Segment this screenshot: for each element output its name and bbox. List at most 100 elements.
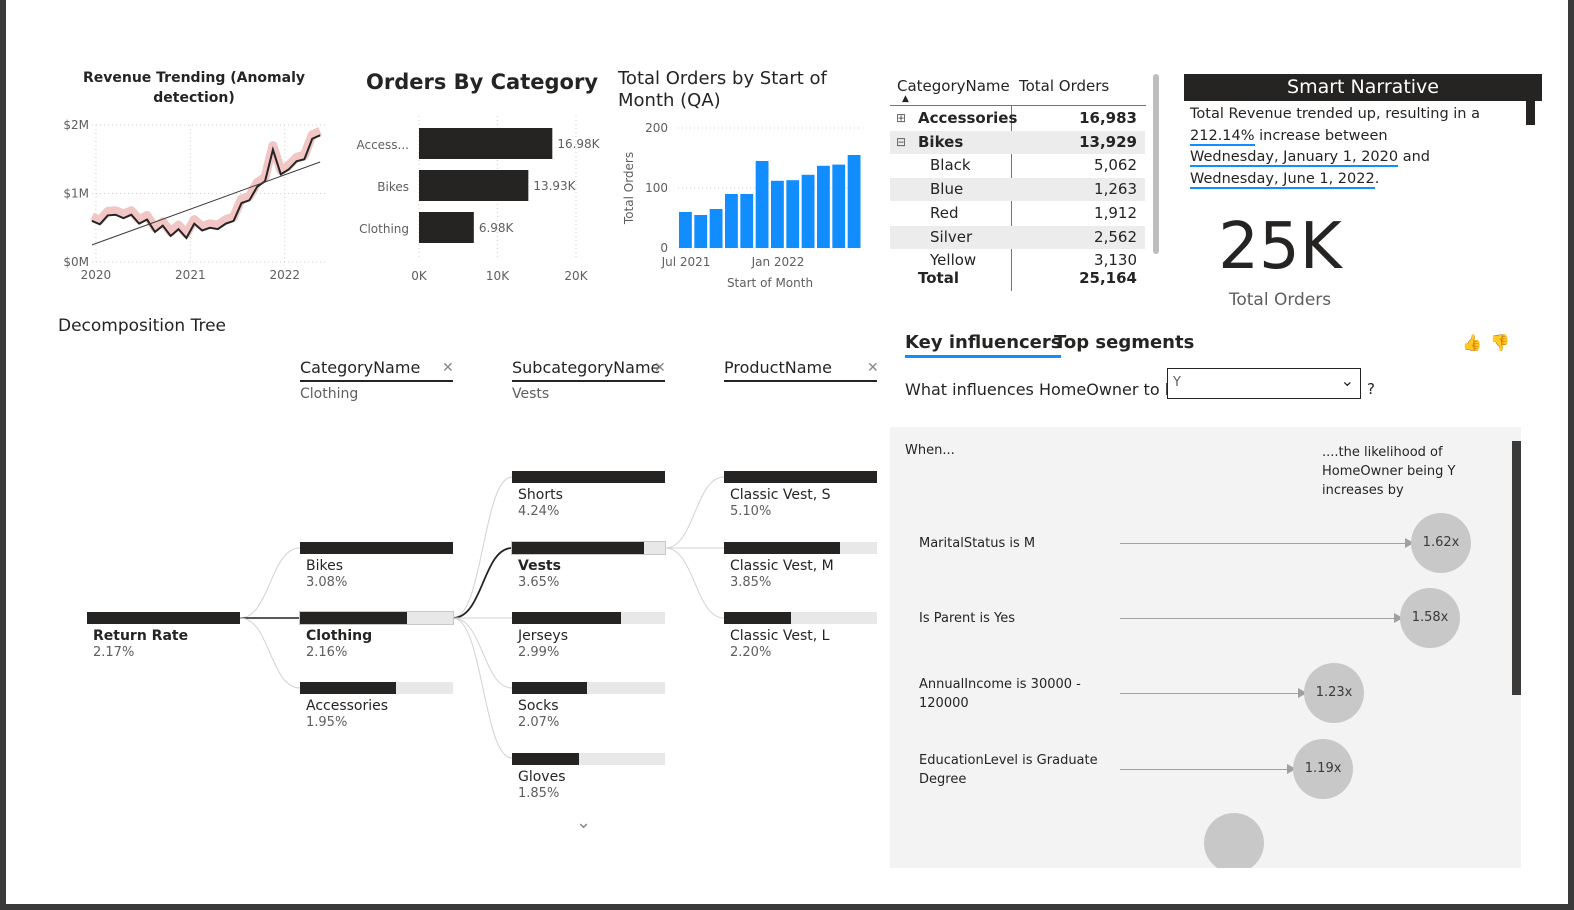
revenue-x-tick: 2022 <box>269 268 300 282</box>
total-orders-card-value[interactable]: 25K <box>1186 210 1374 284</box>
revenue-x-tick: 2021 <box>175 268 206 282</box>
decomp-node-product-percent: 2.20% <box>730 645 772 660</box>
decomposition-tree-title: Decomposition Tree <box>58 316 227 336</box>
decomp-node-product-bar[interactable] <box>724 471 877 483</box>
month-column <box>786 180 800 248</box>
decomp-node-subcategory-percent: 4.24% <box>518 504 560 519</box>
level-header-category[interactable]: CategoryName <box>300 358 453 382</box>
narrative-line2: increase between <box>1254 127 1388 144</box>
decomp-node-subcategory-bar[interactable] <box>512 682 665 694</box>
decomp-node-product-bar-fill <box>724 471 877 483</box>
decomp-node-category-bar[interactable] <box>300 542 453 554</box>
level-header-product[interactable]: ProductName <box>724 358 877 382</box>
decomp-node-root-bar[interactable] <box>87 612 240 624</box>
when-label: When... <box>905 443 955 458</box>
decomp-node-product-bar[interactable] <box>724 542 877 554</box>
decomp-node-subcategory-bar[interactable] <box>512 753 665 765</box>
category-bar <box>419 128 553 159</box>
close-icon[interactable]: ✕ <box>867 360 879 376</box>
matrix-header-orders[interactable]: Total Orders <box>1019 77 1109 95</box>
decomp-node-product-label: Classic Vest, S <box>730 487 831 503</box>
influencer-line <box>1120 693 1299 694</box>
expand-icon[interactable]: ⊞ <box>896 111 906 125</box>
matrix-row[interactable]: ⊞ Accessories 16,983 <box>890 107 1145 130</box>
category-data-label: 16.98K <box>557 137 600 151</box>
category-chart-title: Orders By Category <box>365 70 599 94</box>
narrative-end-date-link[interactable]: Wednesday, June 1, 2022 <box>1190 170 1375 189</box>
thumbs-down-icon[interactable]: 👎 <box>1490 333 1510 352</box>
level-selected-subcategory: Vests <box>512 386 550 402</box>
matrix-header-divider <box>890 105 1146 106</box>
decomp-node-category-label: Clothing <box>306 628 373 644</box>
decomp-node-subcategory-bar[interactable] <box>512 471 665 483</box>
matrix-row[interactable]: ⊟ Bikes 13,929 <box>890 130 1145 154</box>
influencer-label[interactable]: Is Parent is Yes <box>919 609 1099 628</box>
homeowner-value-dropdown[interactable]: Y ⌄ <box>1167 368 1361 399</box>
collapse-icon[interactable]: ⊟ <box>896 135 906 149</box>
decomp-node-category-bar[interactable] <box>300 682 453 694</box>
influencer-question: What influences HomeOwner to be <box>905 380 1185 399</box>
matrix-header-category[interactable]: CategoryName <box>897 77 1010 95</box>
matrix-row-value: 3,130 <box>1094 251 1137 270</box>
narrative-scrollbar[interactable] <box>1526 101 1535 125</box>
narrative-percent-link[interactable]: 212.14% <box>1190 127 1255 146</box>
influencer-bubble-partial <box>1204 813 1264 868</box>
decomp-node-subcategory-bar[interactable] <box>511 541 666 555</box>
decomp-node-category-bar[interactable] <box>299 611 454 625</box>
decomp-node-category-percent: 3.08% <box>306 575 348 590</box>
decomp-node-category-percent: 1.95% <box>306 715 348 730</box>
close-icon[interactable]: ✕ <box>442 360 454 376</box>
influencer-label[interactable]: MaritalStatus is M <box>919 534 1099 553</box>
influencers-scrollbar[interactable] <box>1512 441 1521 695</box>
category-bar-chart[interactable]: 0K 10K 20K Access... 16.98K Bikes 13.93K Clothi… <box>346 112 606 284</box>
category-data-label: 6.98K <box>479 221 515 235</box>
influencer-line <box>1120 543 1405 544</box>
matrix-row-value: 5,062 <box>1094 156 1137 175</box>
decomp-node-category-label: Accessories <box>306 698 389 714</box>
decomp-node-subcategory-label: Jerseys <box>518 628 568 644</box>
smart-narrative-title: Smart Narrative <box>1184 74 1542 101</box>
chevron-down-icon[interactable]: ⌄ <box>576 812 591 833</box>
matrix-row[interactable]: Red 1,912 <box>890 202 1145 225</box>
decomp-node-subcategory-bar-fill <box>512 471 665 483</box>
influencer-bubble[interactable]: 1.62x <box>1411 513 1471 573</box>
influencer-bubble[interactable]: 1.19x <box>1293 739 1354 799</box>
decomp-node-product-label: Classic Vest, L <box>730 628 830 644</box>
month-column <box>755 161 769 248</box>
revenue-line-chart[interactable]: $0M $1M $2M 2020 2021 2022 <box>46 112 336 284</box>
month-column <box>709 209 723 248</box>
influencer-bubble[interactable]: 1.58x <box>1400 588 1461 648</box>
matrix-scrollbar[interactable] <box>1153 74 1159 254</box>
decomp-node-subcategory-percent: 2.07% <box>518 715 560 730</box>
sort-ascending-icon[interactable]: ▲ <box>902 94 909 104</box>
tab-top-segments[interactable]: Top segments <box>1054 332 1194 353</box>
decomp-node-product-bar[interactable] <box>724 612 877 624</box>
month-y-tick: 0 <box>660 241 668 255</box>
month-y-tick: 100 <box>645 181 668 195</box>
smart-narrative-text[interactable]: Total Revenue trended up, resulting in a… <box>1190 104 1520 190</box>
revenue-trend-line <box>91 161 321 246</box>
influencer-line <box>1120 618 1395 619</box>
influencer-label[interactable]: AnnualIncome is 30000 - 120000 <box>919 675 1099 713</box>
matrix-row[interactable]: Blue 1,263 <box>890 178 1145 202</box>
matrix-row[interactable]: Black 5,062 <box>890 154 1145 177</box>
revenue-y-tick: $0M <box>63 255 89 269</box>
decomp-node-subcategory-label: Shorts <box>518 487 563 503</box>
level-header-subcategory[interactable]: SubcategoryName <box>512 358 665 382</box>
matrix-row[interactable]: Silver 2,562 <box>890 225 1145 249</box>
month-column-chart[interactable]: 0 100 200 Jul 2021 Jan 2022 Start of Month Tot… <box>612 112 868 292</box>
decomp-node-subcategory-bar[interactable] <box>512 612 665 624</box>
close-icon[interactable]: ✕ <box>654 360 666 376</box>
category-matrix[interactable]: CategoryName ▲ Total Orders ⊞ Accessories… <box>890 72 1159 292</box>
report-canvas: Revenue Trending (Anomaly detection) $0M… <box>6 0 1568 904</box>
likelihood-label: ....the likelihood of HomeOwner being Y … <box>1322 445 1456 498</box>
matrix-row-name: Accessories <box>918 109 1018 127</box>
narrative-start-date-link[interactable]: Wednesday, January 1, 2020 <box>1190 149 1399 167</box>
decomp-node-category-percent: 2.16% <box>306 645 348 660</box>
influencer-bubble[interactable]: 1.23x <box>1304 663 1365 723</box>
category-bar <box>419 212 474 243</box>
thumbs-up-icon[interactable]: 👍 <box>1462 333 1482 352</box>
month-x-tick: Jul 2021 <box>661 255 711 269</box>
influencer-label[interactable]: EducationLevel is Graduate Degree <box>919 751 1099 789</box>
tab-key-influencers[interactable]: Key influencers <box>905 332 1062 358</box>
